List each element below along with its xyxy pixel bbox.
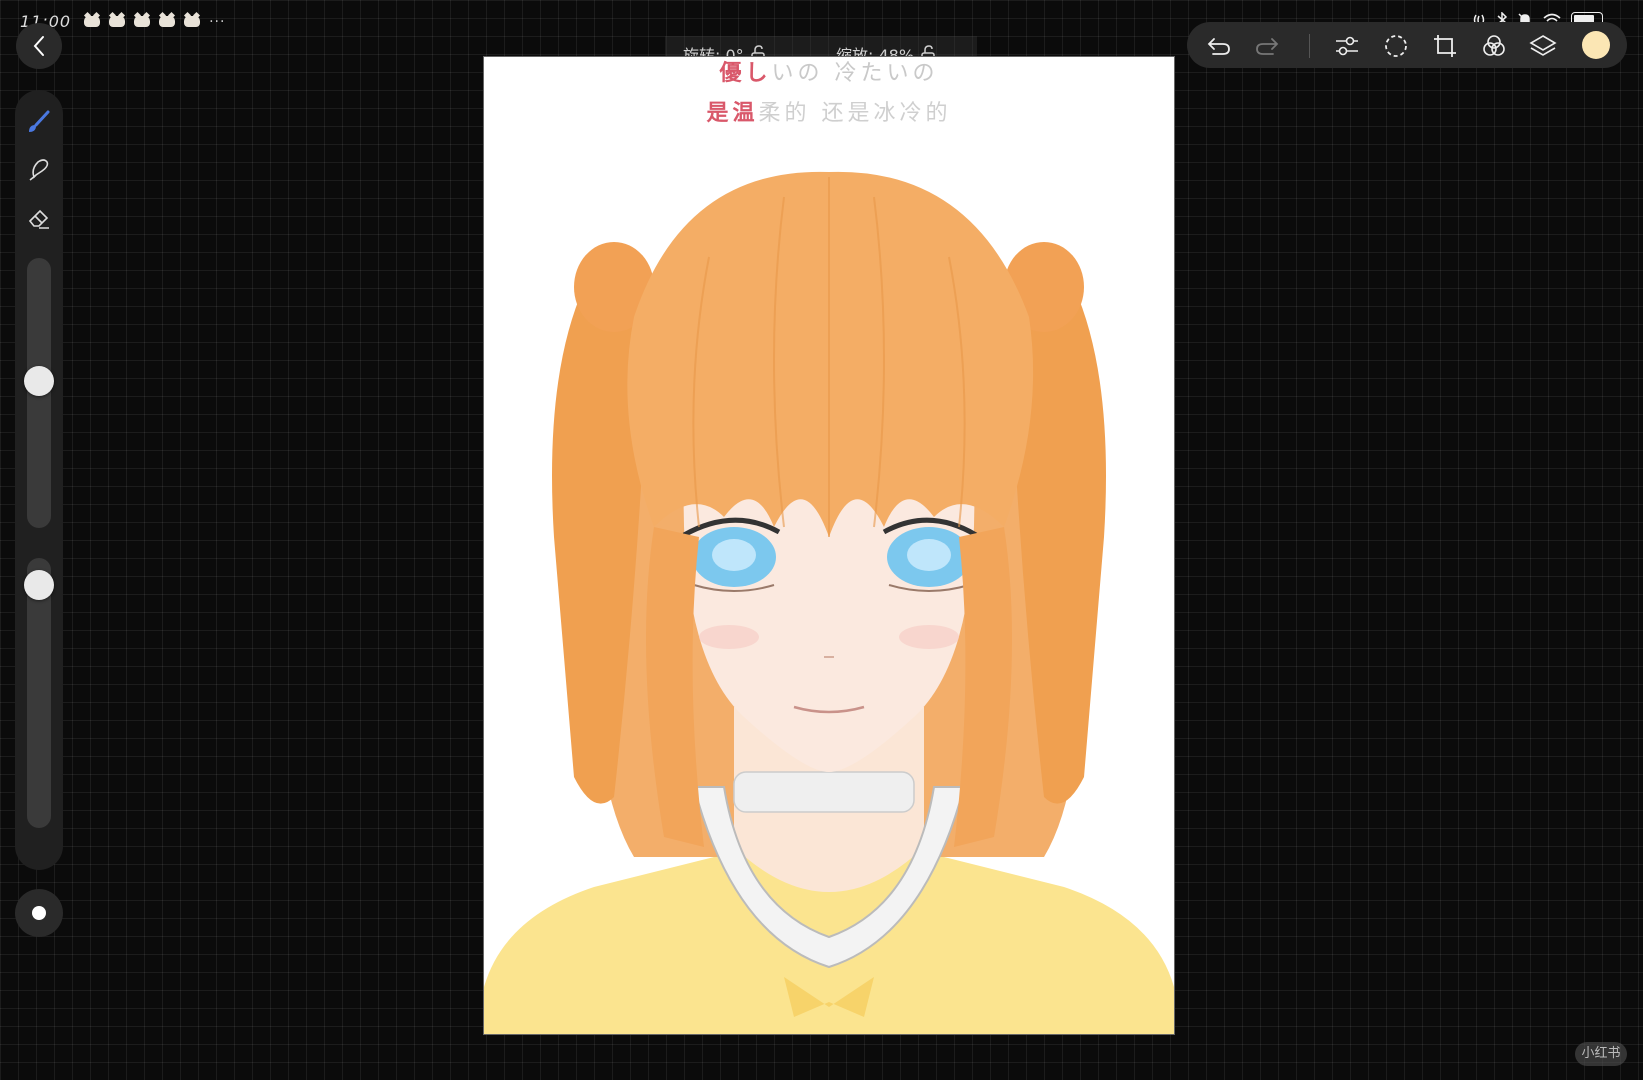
undo-button[interactable] [1205, 32, 1233, 60]
selection-icon [1385, 35, 1407, 57]
smudge-tool-button[interactable] [25, 156, 53, 184]
lyric-line-2-rest: 柔的 还是冰冷的 [758, 101, 952, 126]
redo-icon [1256, 38, 1279, 55]
left-toolbar [15, 90, 63, 870]
toolbar-divider [1309, 34, 1310, 58]
lyric-line-1: 優しいの 冷たいの [484, 57, 1174, 87]
adjustments-button[interactable] [1333, 32, 1361, 60]
chevron-left-icon [33, 36, 44, 56]
brush-opacity-slider-knob[interactable] [24, 570, 54, 600]
back-button[interactable] [16, 23, 62, 69]
selection-button[interactable] [1382, 32, 1410, 60]
dot-icon [32, 906, 46, 920]
modify-button[interactable] [15, 889, 63, 937]
cat-face-icon [109, 16, 126, 27]
adjustments-icon [1336, 36, 1358, 56]
transform-icon [1434, 35, 1456, 57]
blend-button[interactable] [1480, 32, 1508, 60]
redo-button[interactable] [1253, 32, 1281, 60]
blend-icon [1483, 35, 1505, 56]
layers-button[interactable] [1529, 32, 1557, 60]
lyric-line-1-highlight: 優し [719, 60, 772, 86]
smudge-icon [29, 159, 49, 181]
eraser-tool-button[interactable] [25, 204, 53, 232]
top-toolbar [1187, 22, 1627, 68]
transform-button[interactable] [1431, 32, 1459, 60]
watermark: 小红书 [1575, 1042, 1627, 1066]
undo-icon [1207, 38, 1230, 55]
color-picker-button[interactable] [1582, 31, 1610, 59]
eraser-icon [28, 209, 49, 229]
brush-tool-button[interactable] [25, 108, 53, 136]
more-notifications-indicator: ··· [209, 13, 226, 30]
drawing-canvas[interactable]: 優しいの 冷たいの 是温柔的 还是冰冷的 [484, 57, 1174, 1034]
cat-face-icon [134, 16, 151, 27]
layers-icon [1529, 35, 1557, 56]
brush-size-slider-knob[interactable] [24, 366, 54, 396]
cat-face-icon [184, 16, 201, 27]
artwork [484, 171, 1174, 1034]
brush-icon [29, 110, 50, 132]
cat-face-icon [84, 16, 101, 27]
cat-face-icon [159, 16, 176, 27]
lyric-line-2-highlight: 是温 [706, 100, 759, 126]
lyric-line-2: 是温柔的 还是冰冷的 [484, 95, 1174, 127]
lyric-line-1-rest: いの 冷たいの [771, 61, 939, 86]
